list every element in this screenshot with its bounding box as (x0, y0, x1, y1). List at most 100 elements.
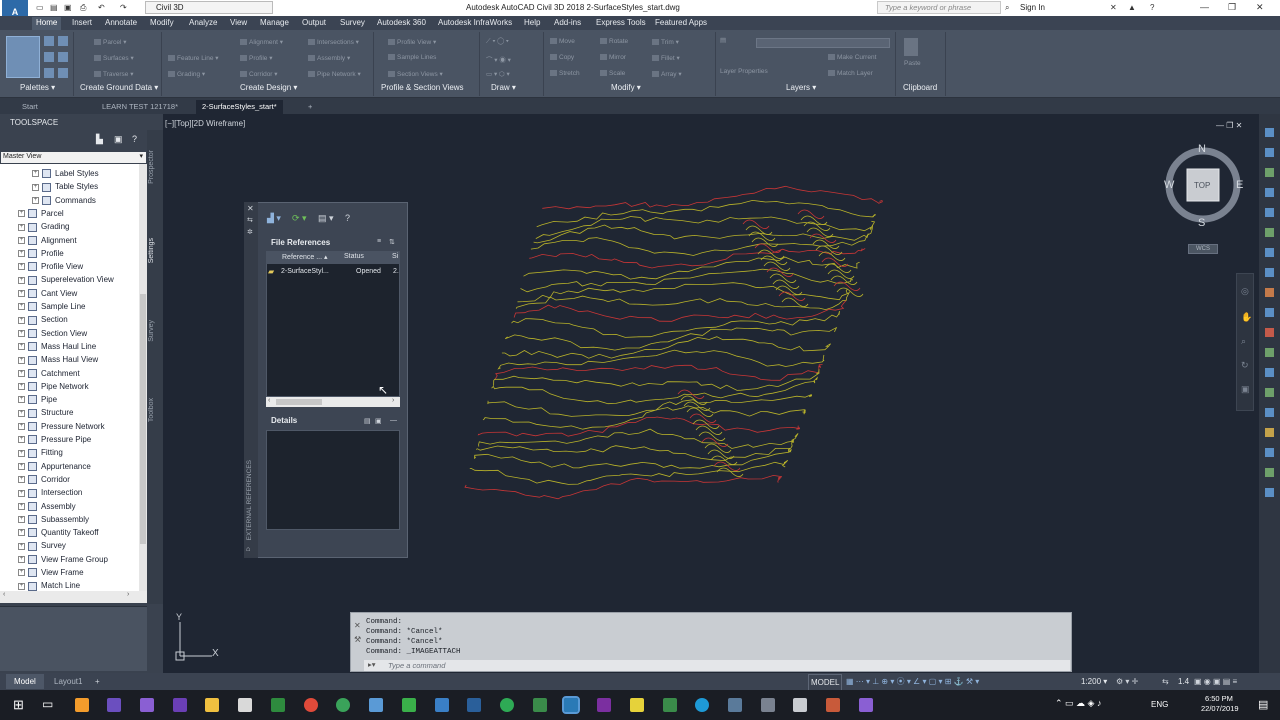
compass-south[interactable]: S (1198, 217, 1205, 229)
new-tab-icon[interactable]: + (302, 100, 318, 114)
viewcube[interactable]: N S E W TOP (1163, 143, 1243, 231)
pipe-network-button[interactable]: Pipe Network ▾ (308, 70, 361, 78)
expand-icon[interactable]: + (18, 476, 25, 484)
panel-title-draw[interactable]: Draw ▾ (491, 83, 516, 92)
taskbar-settings-icon[interactable] (793, 698, 807, 712)
traverse-button[interactable]: Traverse ▾ (94, 70, 133, 78)
tree-item[interactable]: + Fitting (18, 446, 63, 459)
preview-icon[interactable]: ▣ (375, 417, 382, 425)
navigation-bar[interactable]: ◎ ✋ ⌕ ↻ ▣ (1236, 273, 1254, 411)
annotation-scale[interactable]: 1:200 ▾ (1081, 674, 1107, 689)
taskbar-app-icon[interactable] (467, 698, 481, 712)
expand-icon[interactable]: + (18, 303, 25, 311)
tree-item[interactable]: + Pipe (18, 393, 57, 406)
taskbar-app-icon[interactable] (271, 698, 285, 712)
workspace-dropdown[interactable]: Civil 3D (145, 1, 273, 14)
windows-start-icon[interactable]: ⊞ (13, 697, 24, 713)
tree-item[interactable]: + Label Styles (32, 167, 99, 180)
tab-analyze[interactable]: Analyze (185, 17, 221, 30)
tab-survey[interactable]: Survey (336, 17, 369, 30)
refresh-icon[interactable]: ⟳ ▾ (292, 213, 307, 224)
palette-icon[interactable] (44, 36, 54, 46)
palette-icon[interactable] (44, 52, 54, 62)
tab-insert[interactable]: Insert (68, 17, 96, 30)
lineweight-icon[interactable]: ⇆ (1162, 674, 1169, 689)
panel-title-create-design[interactable]: Create Design ▾ (240, 83, 297, 92)
polyline-icon[interactable]: ⌒ ▾ ◉ ▾ (486, 54, 511, 64)
details-icon[interactable]: ▤ (364, 417, 371, 425)
tree-item[interactable]: + Subassembly (18, 513, 89, 526)
tab-home[interactable]: Home (32, 17, 62, 30)
autohide-icon[interactable]: ⇆ (247, 216, 253, 224)
save-icon[interactable]: ▣ (64, 3, 72, 12)
tree-view-icon[interactable]: ⇅ (389, 238, 395, 246)
corridor-button[interactable]: Corridor ▾ (240, 70, 278, 78)
file-tab-learn-test[interactable]: LEARN TEST 121718* (96, 100, 184, 114)
customize-icon[interactable]: ⚒ (354, 635, 361, 644)
tree-item[interactable]: + Mass Haul Line (18, 340, 96, 353)
expand-icon[interactable]: + (18, 316, 25, 324)
clock-date[interactable]: 22/07/2019 (1201, 704, 1239, 713)
tree-item[interactable]: + Parcel (18, 207, 64, 220)
panel-title-modify[interactable]: Modify ▾ (611, 83, 641, 92)
make-current-button[interactable]: Make Current (828, 54, 876, 61)
master-view-dropdown[interactable]: Master View ▾ (1, 152, 146, 163)
expand-icon[interactable]: + (18, 396, 25, 404)
tree-item[interactable]: + Profile View (18, 260, 83, 273)
tab-autodesk-360[interactable]: Autodesk 360 (373, 17, 430, 30)
array-button[interactable]: Array ▾ (652, 70, 682, 78)
expand-icon[interactable]: + (18, 529, 25, 537)
notifications-icon[interactable]: ▤ (1258, 698, 1268, 711)
expand-icon[interactable]: + (18, 290, 25, 298)
compass-north[interactable]: N (1198, 143, 1206, 155)
minimize-icon[interactable]: — (1200, 2, 1209, 12)
tab-featured-apps[interactable]: Featured Apps (651, 17, 711, 30)
tree-item[interactable]: + Cant View (18, 287, 77, 300)
parcel-button[interactable]: Parcel ▾ (94, 38, 127, 46)
taskbar-chrome-icon[interactable] (304, 698, 318, 712)
list-view-icon[interactable]: ≡ (377, 238, 381, 245)
expand-icon[interactable]: + (18, 542, 25, 550)
taskbar-app-icon[interactable] (761, 698, 775, 712)
language-indicator[interactable]: ENG (1151, 700, 1168, 709)
pan-icon[interactable]: ✋ (1241, 312, 1252, 323)
expand-icon[interactable]: + (18, 582, 25, 590)
tree-item[interactable]: + Intersection (18, 486, 82, 499)
viewcube-top-label[interactable]: TOP (1194, 181, 1210, 190)
tab-toolbox[interactable]: Toolbox (148, 398, 155, 422)
palette-icon[interactable] (58, 52, 68, 62)
taskbar-app-icon[interactable] (663, 698, 677, 712)
workspace-switch-icon[interactable]: ⚙ ▾ ✛ (1116, 674, 1138, 689)
panel-title-create-ground-data[interactable]: Create Ground Data ▾ (80, 83, 158, 92)
intersections-button[interactable]: Intersections ▾ (308, 38, 359, 46)
profile-view-button[interactable]: Profile View ▾ (388, 38, 436, 46)
expand-icon[interactable]: + (18, 569, 25, 577)
tab-settings[interactable]: Settings (148, 238, 155, 263)
expand-icon[interactable]: + (18, 449, 25, 457)
change-path-icon[interactable]: ▤ ▾ (318, 213, 334, 224)
tree-item[interactable]: + Alignment (18, 234, 77, 247)
command-input[interactable]: Type a command (364, 660, 1070, 671)
taskbar-sticky-notes-icon[interactable] (630, 698, 644, 712)
taskbar-visual-studio-icon[interactable] (173, 698, 187, 712)
tree-item[interactable]: + Table Styles (32, 180, 98, 193)
compass-east[interactable]: E (1236, 179, 1243, 191)
viewport-controls[interactable]: [−][Top][2D Wireframe] (165, 119, 245, 128)
tab-manage[interactable]: Manage (256, 17, 293, 30)
expand-icon[interactable]: + (18, 210, 25, 218)
tree-item[interactable]: + Grading (18, 220, 69, 233)
panel-title-profile-section-views[interactable]: Profile & Section Views (381, 83, 464, 92)
model-space-toggle[interactable]: MODEL (808, 674, 843, 691)
layer-dropdown[interactable] (756, 38, 890, 48)
orbit-icon[interactable]: ↻ (1241, 360, 1249, 371)
tab-modify[interactable]: Modify (146, 17, 178, 30)
table-horizontal-scrollbar[interactable]: ‹ › (266, 397, 400, 407)
expand-icon[interactable]: + (32, 196, 39, 204)
tree-item[interactable]: + Profile (18, 247, 64, 260)
palette-menu-icon[interactable]: ⌂ (246, 546, 250, 553)
tree-item[interactable]: + Appurtenance (18, 460, 91, 473)
open-icon[interactable]: ▤ (50, 3, 58, 12)
tree-item[interactable]: + Commands (32, 194, 96, 207)
expand-icon[interactable]: + (18, 343, 25, 351)
move-button[interactable]: Move (550, 38, 575, 45)
